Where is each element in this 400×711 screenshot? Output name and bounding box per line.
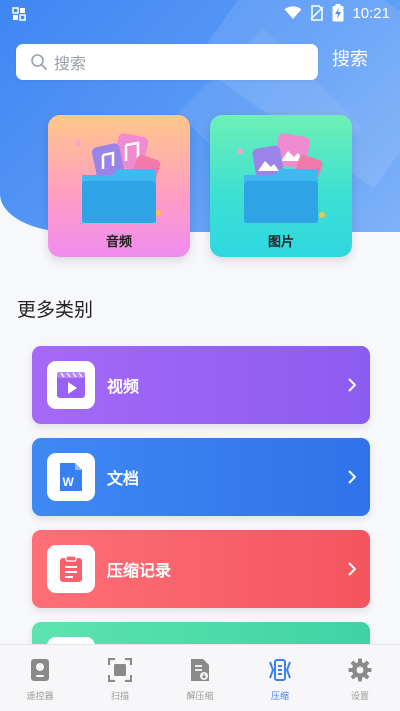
- category-audio-card[interactable]: 音频: [48, 115, 190, 257]
- list-item-compress-history[interactable]: 压缩记录: [32, 530, 370, 608]
- tab-scan-label: 扫描: [110, 692, 129, 702]
- app-grid-icon: [12, 7, 26, 21]
- battery-charging-icon: [332, 4, 344, 22]
- list-item-document[interactable]: W 文档: [32, 438, 370, 516]
- tab-unzip-label: 解压缩: [186, 692, 214, 702]
- document-tile: W: [47, 453, 95, 501]
- list-item-video[interactable]: 视频: [32, 346, 370, 424]
- video-tile: [47, 361, 95, 409]
- tab-remote[interactable]: 遥控器: [0, 645, 80, 711]
- wifi-icon: [284, 6, 302, 19]
- category-audio-label: 音频: [105, 235, 132, 250]
- chevron-right-icon: [348, 378, 356, 392]
- list-item-document-label: 文档: [107, 469, 140, 488]
- clipboard-icon: [60, 555, 82, 582]
- section-title: 更多类别: [17, 299, 94, 321]
- chevron-right-icon: [348, 470, 356, 484]
- gear-icon: [348, 658, 372, 682]
- tab-compress-label: 压缩: [270, 692, 289, 702]
- category-image-card[interactable]: 图片: [210, 115, 352, 257]
- remote-icon: [31, 659, 49, 681]
- chevron-right-icon: [348, 562, 356, 576]
- tab-compress[interactable]: 压缩: [240, 645, 320, 711]
- bottom-tab-bar: 遥控器 扫描 解压缩 压缩 设置: [0, 644, 400, 711]
- search-placeholder: 搜索: [54, 54, 87, 73]
- search-icon: [31, 54, 47, 70]
- tab-scan[interactable]: 扫描: [80, 645, 160, 711]
- music-folder-icon: [75, 133, 161, 223]
- compress-history-tile: [47, 545, 95, 593]
- list-item-video-label: 视频: [107, 377, 140, 396]
- compress-icon: [269, 659, 291, 681]
- search-button[interactable]: 搜索: [332, 46, 368, 74]
- image-folder-icon: [237, 133, 325, 223]
- tab-remote-label: 遥控器: [26, 692, 54, 702]
- category-image-label: 图片: [267, 235, 294, 250]
- tab-settings[interactable]: 设置: [320, 645, 400, 711]
- clock: 10:21: [352, 4, 390, 22]
- svg-text:W: W: [63, 475, 75, 489]
- tab-settings-label: 设置: [350, 692, 369, 702]
- scan-icon: [108, 658, 132, 682]
- list-item-compress-history-label: 压缩记录: [107, 561, 172, 580]
- search-input[interactable]: 搜索: [16, 44, 318, 80]
- tab-unzip[interactable]: 解压缩: [160, 645, 240, 711]
- word-document-icon: W: [60, 463, 82, 491]
- no-sim-icon: [310, 5, 324, 21]
- status-bar: 10:21: [0, 0, 400, 28]
- video-icon: [57, 372, 85, 398]
- unzip-icon: [191, 659, 209, 681]
